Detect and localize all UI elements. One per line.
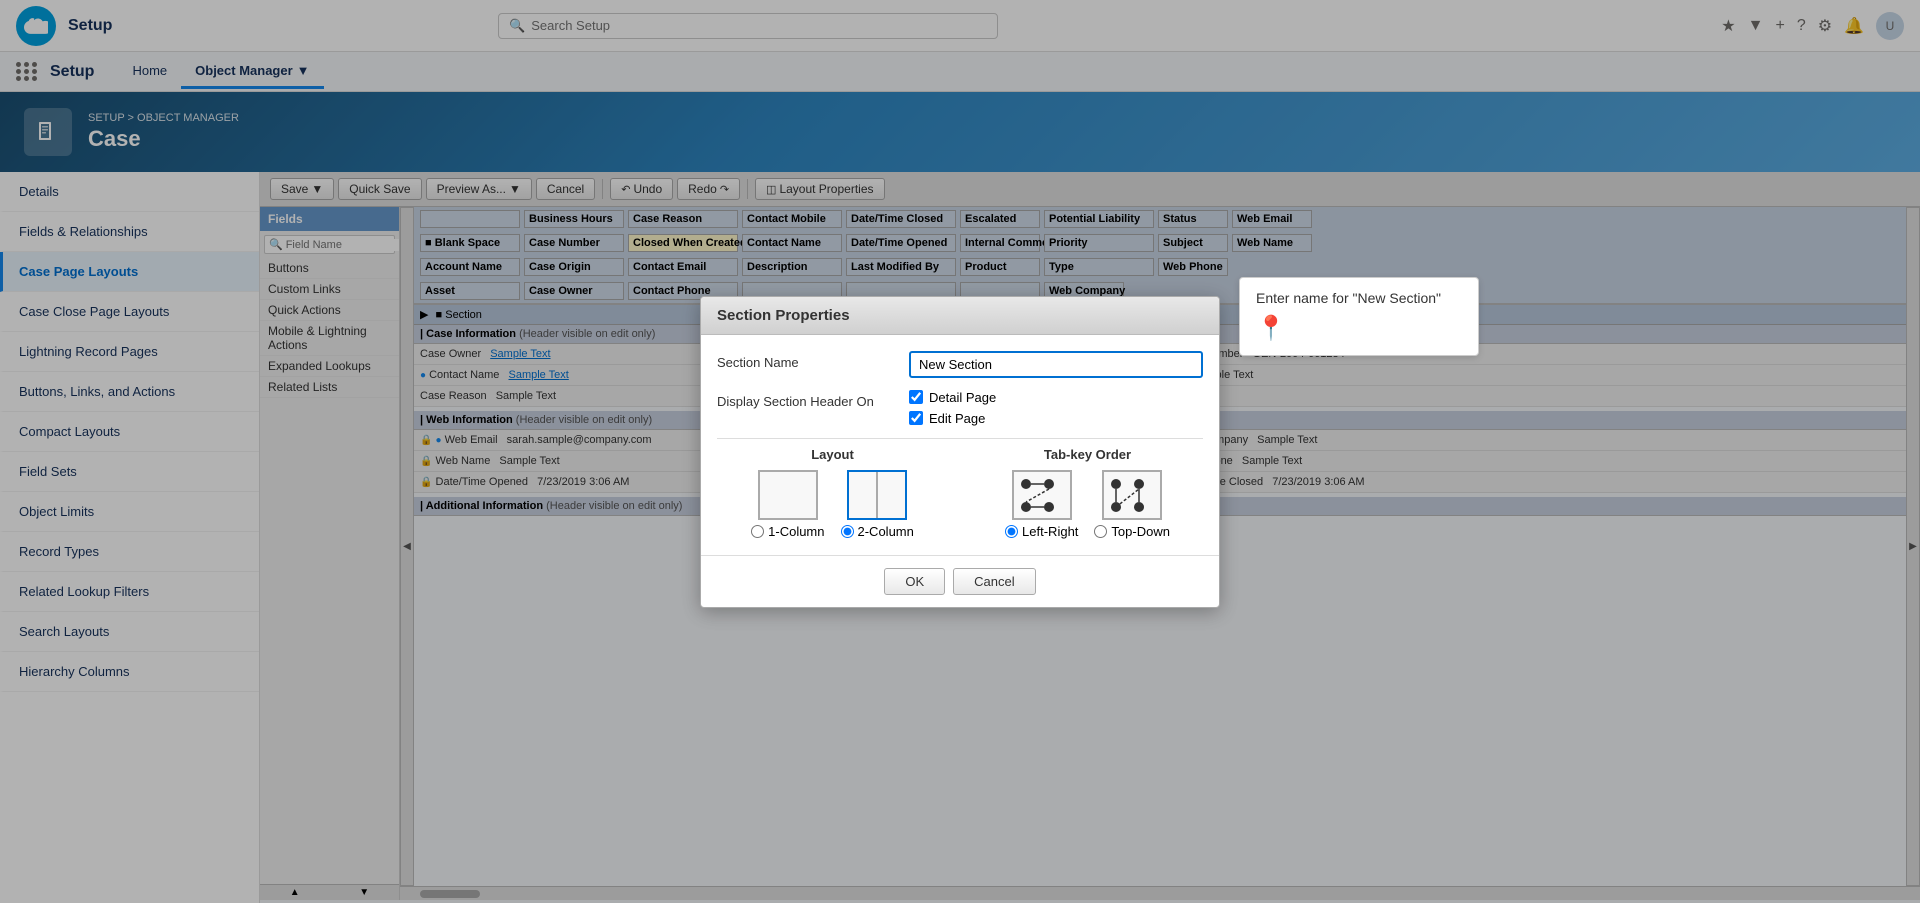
modal-title: Section Properties [701, 297, 1219, 335]
modal-body: Section Name Enter name for "New Section… [701, 335, 1219, 555]
modal-divider [717, 438, 1203, 439]
detail-page-checkbox[interactable] [909, 390, 923, 404]
detail-page-label: Detail Page [929, 390, 996, 405]
modal-display-header-row: Display Section Header On Detail Page Ed… [717, 390, 1203, 426]
col1-label: 1-Column [768, 524, 824, 539]
modal-detail-page-row: Detail Page [909, 390, 996, 405]
modal-edit-page-row: Edit Page [909, 411, 996, 426]
modal-section-name-row: Section Name Enter name for "New Section… [717, 351, 1203, 378]
section-properties-modal: Section Properties Section Name Enter na… [700, 296, 1220, 608]
top-down-radio[interactable] [1094, 525, 1107, 538]
tooltip-location-icon: 📍 [1256, 314, 1462, 343]
top-down-label: Top-Down [1111, 524, 1170, 539]
left-right-box[interactable] [1012, 470, 1072, 520]
col2-radio[interactable] [841, 525, 854, 538]
top-down-option: Top-Down [1094, 470, 1170, 539]
tooltip-text: Enter name for "New Section" [1256, 290, 1462, 306]
edit-page-checkbox[interactable] [909, 411, 923, 425]
top-down-svg [1104, 472, 1164, 522]
col2-box[interactable] [847, 470, 907, 520]
top-down-radio-row: Top-Down [1094, 524, 1170, 539]
tooltip-popup: Enter name for "New Section" 📍 [1239, 277, 1479, 356]
left-right-option: Left-Right [1005, 470, 1078, 539]
left-right-radio[interactable] [1005, 525, 1018, 538]
left-right-svg [1014, 472, 1074, 522]
tab-order-group: Tab-key Order [972, 447, 1203, 539]
modal-section-name-label: Section Name [717, 351, 897, 370]
col1-option: 1-Column [751, 470, 824, 539]
tab-order-options: Left-Right [972, 470, 1203, 539]
col1-radio-row: 1-Column [751, 524, 824, 539]
modal-cancel-button[interactable]: Cancel [953, 568, 1035, 595]
col1-box[interactable] [758, 470, 818, 520]
modal-overlay: Section Properties Section Name Enter na… [0, 0, 1920, 903]
col2-option: 2-Column [841, 470, 914, 539]
modal-ok-button[interactable]: OK [884, 568, 945, 595]
modal-display-header-label: Display Section Header On [717, 390, 897, 409]
modal-footer: OK Cancel [701, 555, 1219, 607]
col2-radio-row: 2-Column [841, 524, 914, 539]
layout-group: Layout 1-Column [717, 447, 948, 539]
top-down-box[interactable] [1102, 470, 1162, 520]
modal-layout-section: Layout 1-Column [717, 447, 1203, 539]
col1-radio[interactable] [751, 525, 764, 538]
tab-order-title: Tab-key Order [972, 447, 1203, 462]
col2-label: 2-Column [858, 524, 914, 539]
left-right-radio-row: Left-Right [1005, 524, 1078, 539]
layout-group-title: Layout [717, 447, 948, 462]
left-right-label: Left-Right [1022, 524, 1078, 539]
edit-page-label: Edit Page [929, 411, 985, 426]
modal-section-name-input[interactable] [909, 351, 1203, 378]
modal-checkbox-group: Detail Page Edit Page [909, 390, 996, 426]
layout-options: 1-Column 2-Column [717, 470, 948, 539]
